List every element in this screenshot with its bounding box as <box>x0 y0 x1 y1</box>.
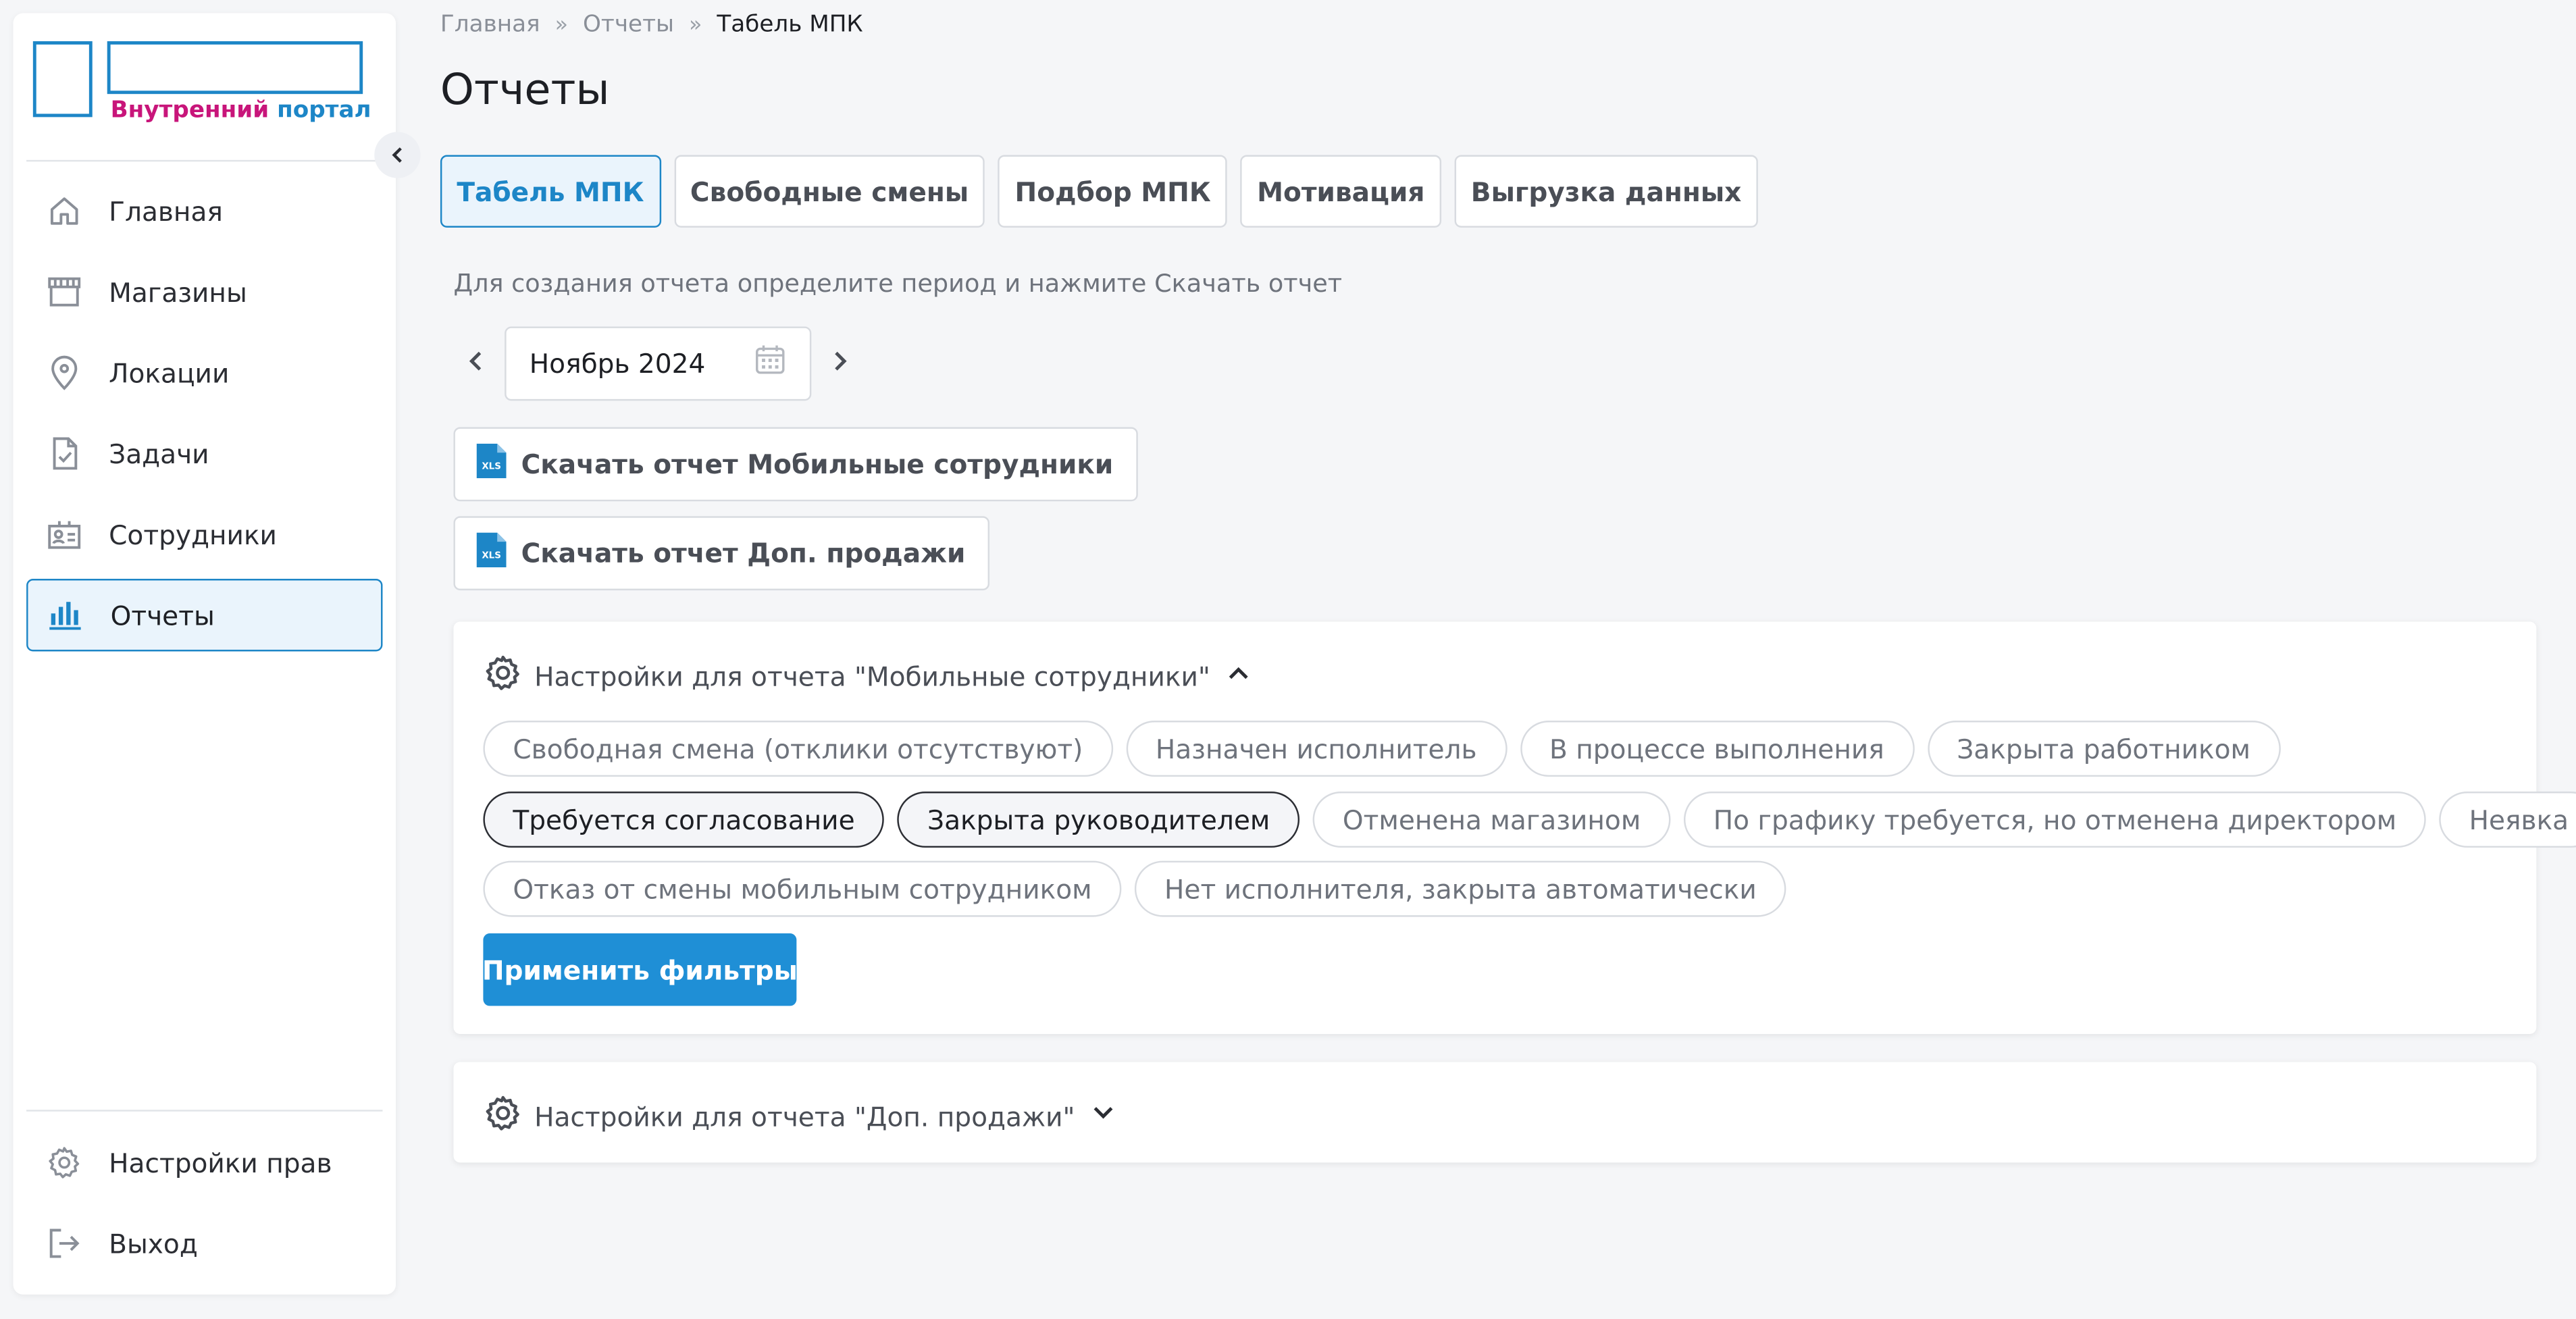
bar-chart-icon <box>48 597 84 633</box>
logo-text-part1: Внутренний <box>110 97 269 124</box>
mobile-report-settings-panel: Настройки для отчета "Мобильные сотрудни… <box>453 621 2576 1034</box>
sidebar-item-stores[interactable]: Магазины <box>26 255 382 328</box>
calendar-icon <box>754 343 787 383</box>
sidebar-item-reports[interactable]: Отчеты <box>26 579 383 652</box>
status-chip[interactable]: По графику требуется, но отменена директ… <box>1683 792 2427 848</box>
chevron-down-icon <box>1075 1100 1116 1133</box>
status-chip[interactable]: В процессе выполнения <box>1520 721 1914 777</box>
status-chip[interactable]: Закрыта работником <box>1927 721 2280 777</box>
status-chip[interactable]: Отменена магазином <box>1312 792 1671 848</box>
tab-mpk-selection[interactable]: Подбор МПК <box>998 155 1228 228</box>
tab-tabel-mpk[interactable]: Табель МПК <box>440 155 661 228</box>
logo-square <box>32 41 93 118</box>
tab-data-export[interactable]: Выгрузка данных <box>1454 155 1758 228</box>
chevron-left-icon <box>388 139 407 170</box>
sales-report-settings-panel: Настройки для отчета "Доп. продажи" <box>453 1062 2537 1163</box>
sidebar-item-label: Главная <box>109 195 223 227</box>
location-pin-icon <box>46 355 82 391</box>
sales-settings-title: Настройки для отчета "Доп. продажи" <box>534 1100 1075 1133</box>
status-chip-selected[interactable]: Требуется согласование <box>483 792 885 848</box>
sidebar-item-label: Настройки прав <box>109 1147 332 1179</box>
sales-settings-toggle[interactable]: Настройки для отчета "Доп. продажи" <box>483 1093 1116 1139</box>
sidebar-item-label: Магазины <box>109 276 247 308</box>
home-icon <box>46 193 82 230</box>
status-chip[interactable]: Отказ от смены мобильным сотрудником <box>483 860 1122 917</box>
gear-icon <box>46 1145 82 1181</box>
sidebar-item-label: Сотрудники <box>109 518 277 550</box>
status-chip[interactable]: Свободная смена (отклики отсутствуют) <box>483 721 1113 777</box>
store-icon <box>46 274 82 310</box>
status-chip[interactable]: Назначен исполнитель <box>1125 721 1507 777</box>
mobile-settings-title: Настройки для отчета "Мобильные сотрудни… <box>534 660 1210 692</box>
sidebar-item-tasks[interactable]: Задачи <box>26 417 382 490</box>
sidebar-item-label: Отчеты <box>110 599 215 631</box>
sidebar-divider <box>26 159 383 162</box>
period-value: Ноябрь 2024 <box>529 346 706 379</box>
logo-banner <box>107 41 363 95</box>
status-chip-row: Свободная смена (отклики отсутствуют) На… <box>483 721 2280 777</box>
breadcrumb: Главная » Отчеты » Табель МПК <box>440 11 863 38</box>
tab-free-shifts[interactable]: Свободные смены <box>673 155 985 228</box>
breadcrumb-home[interactable]: Главная <box>440 11 540 38</box>
xls-file-icon: XLS <box>476 532 521 574</box>
status-chip-selected[interactable]: Закрыта руководителем <box>898 792 1300 848</box>
download-button-label: Скачать отчет Доп. продажи <box>521 537 966 569</box>
tab-motivation[interactable]: Мотивация <box>1240 155 1441 228</box>
page-title: Отчеты <box>440 66 610 115</box>
mobile-settings-toggle[interactable]: Настройки для отчета "Мобильные сотрудни… <box>483 653 1251 699</box>
breadcrumb-separator-icon: » <box>555 12 569 37</box>
svg-text:XLS: XLS <box>482 462 501 472</box>
download-button-label: Скачать отчет Мобильные сотрудники <box>521 448 1114 480</box>
sidebar-divider <box>26 1110 383 1112</box>
chevron-left-icon <box>467 347 486 378</box>
sidebar-item-label: Выход <box>109 1227 198 1260</box>
xls-file-icon: XLS <box>476 443 521 485</box>
sidebar-item-locations[interactable]: Локации <box>26 336 382 409</box>
chevron-right-icon <box>829 347 849 378</box>
period-picker: Ноябрь 2024 <box>453 325 862 400</box>
status-chip[interactable]: Неявка <box>2439 792 2576 848</box>
next-period-button[interactable] <box>817 325 862 400</box>
breadcrumb-reports[interactable]: Отчеты <box>583 11 674 38</box>
download-mobile-report-button[interactable]: XLS Скачать отчет Мобильные сотрудники <box>453 427 1138 502</box>
breadcrumb-current: Табель МПК <box>717 11 863 38</box>
sidebar-item-permissions[interactable]: Настройки прав <box>26 1127 382 1199</box>
sidebar-item-employees[interactable]: Сотрудники <box>26 498 382 570</box>
status-chip-row: Отказ от смены мобильным сотрудником Нет… <box>483 860 1786 917</box>
report-tabs: Табель МПК Свободные смены Подбор МПК Мо… <box>440 155 1758 228</box>
period-input[interactable]: Ноябрь 2024 <box>505 326 812 400</box>
sidebar-item-home[interactable]: Главная <box>26 175 382 247</box>
download-sales-report-button[interactable]: XLS Скачать отчет Доп. продажи <box>453 516 990 591</box>
apply-filters-button[interactable]: Применить фильтры <box>482 933 798 1006</box>
report-hint-text: Для создания отчета определите период и … <box>453 268 1343 299</box>
prev-period-button[interactable] <box>453 325 499 400</box>
logo-text-part2: портал <box>277 97 371 124</box>
status-chip-row: Требуется согласование Закрыта руководит… <box>483 792 2576 848</box>
logo-text: Внутренний портал <box>111 97 371 124</box>
gear-icon <box>483 653 534 699</box>
sidebar-item-logout[interactable]: Выход <box>26 1207 382 1279</box>
sidebar-item-label: Локации <box>109 357 230 389</box>
sidebar-collapse-button[interactable] <box>374 132 421 178</box>
task-checklist-icon <box>46 436 82 472</box>
chevron-up-icon <box>1210 660 1252 693</box>
breadcrumb-separator-icon: » <box>688 12 702 37</box>
svg-text:XLS: XLS <box>482 551 501 561</box>
status-chip[interactable]: Нет исполнителя, закрыта автоматически <box>1135 860 1786 917</box>
employee-badge-icon <box>46 516 82 552</box>
sidebar-item-label: Задачи <box>109 438 209 469</box>
sidebar: Внутренний портал Главная Магазины Локац… <box>13 13 396 1295</box>
logout-icon <box>46 1225 82 1262</box>
gear-icon <box>483 1093 534 1139</box>
